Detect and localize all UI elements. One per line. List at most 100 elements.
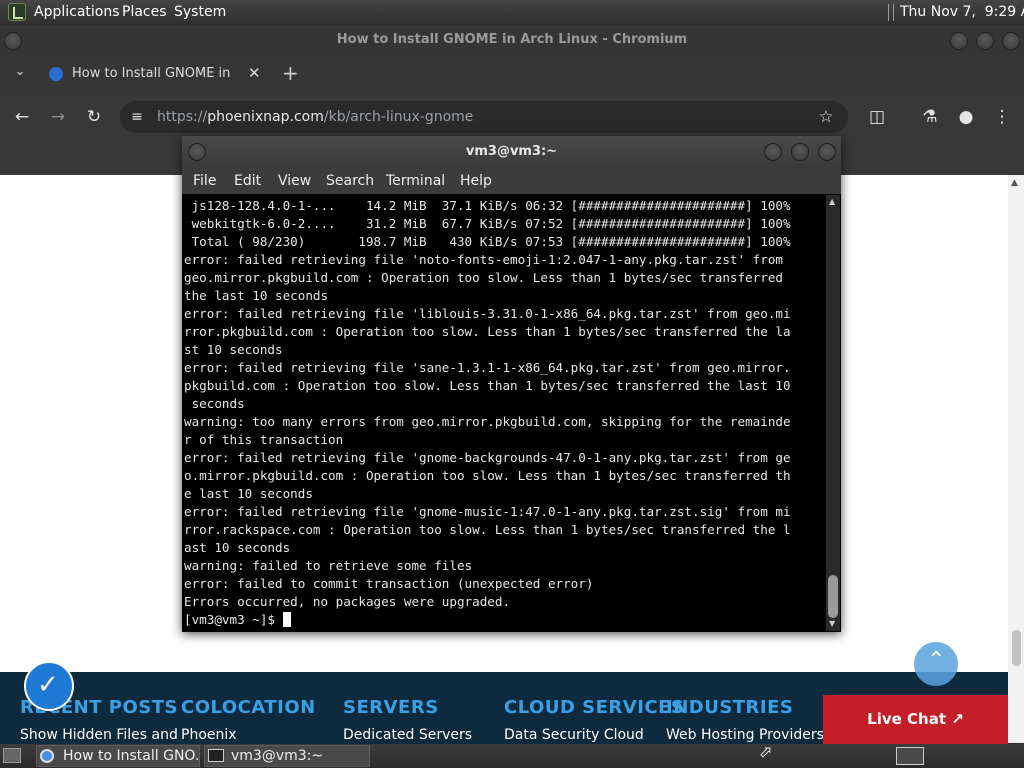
terminal-menubar: File Edit View Search Terminal Help	[182, 168, 841, 194]
bookmark-star-icon[interactable]: ☆	[815, 107, 837, 127]
terminal-line: js128-128.4.0-1-... 14.2 MiB 37.1 KiB/s …	[184, 198, 791, 213]
footer-heading-industries: INDUSTRIES	[666, 697, 794, 718]
taskbar-item-label: How to Install GNO...	[63, 748, 200, 764]
terminal-cursor	[282, 612, 291, 627]
terminal-window-menu-button[interactable]	[188, 143, 206, 161]
tab-search-chevron-icon[interactable]: ⌄	[10, 64, 30, 79]
terminal-line: webkitgtk-6.0-2.... 31.2 MiB 67.7 KiB/s …	[184, 216, 791, 231]
terminal-close-button[interactable]	[818, 143, 836, 161]
terminal-scrollbar[interactable]	[826, 195, 840, 631]
favicon-icon	[49, 67, 63, 81]
footer-link-web-hosting-providers[interactable]: Web Hosting Providers	[666, 727, 824, 743]
terminal-prompt: [vm3@vm3 ~]$	[184, 612, 283, 627]
panel-clock[interactable]: Thu Nov 7, 9:29 AM	[900, 4, 1024, 20]
tab-close-icon[interactable]: ✕	[248, 64, 261, 82]
terminal-minimize-button[interactable]	[764, 143, 782, 161]
menu-places[interactable]: Places	[122, 4, 167, 20]
browser-titlebar: How to Install GNOME in Arch Linux - Chr…	[0, 25, 1024, 55]
footer-link-dedicated-servers[interactable]: Dedicated Servers	[343, 727, 472, 743]
window-menu-button[interactable]	[4, 32, 22, 50]
terminal-menu-search[interactable]: Search	[326, 173, 374, 189]
terminal-title: vm3@vm3:~	[465, 144, 558, 159]
forward-icon[interactable]: →	[47, 107, 69, 127]
terminal-titlebar[interactable]: vm3@vm3:~	[182, 136, 841, 168]
reload-icon[interactable]: ↻	[83, 107, 105, 127]
panel-separator	[888, 4, 894, 21]
terminal-output[interactable]: js128-128.4.0-1-... 14.2 MiB 37.1 KiB/s …	[184, 197, 826, 629]
terminal-menu-view[interactable]: View	[278, 173, 311, 189]
footer-link-show-hidden-files[interactable]: Show Hidden Files and	[20, 727, 178, 743]
back-icon[interactable]: ←	[11, 107, 33, 127]
footer-link-phoenix[interactable]: Phoenix	[181, 727, 237, 743]
tab-title: How to Install GNOME in Arc	[72, 66, 232, 81]
tab-active[interactable]: How to Install GNOME in Arc ✕	[36, 62, 272, 95]
terminal-line: rror.pkgbuild.com : Operation too slow. …	[184, 324, 791, 339]
terminal-line: pkgbuild.com : Operation too slow. Less …	[184, 378, 791, 393]
terminal-menu-file[interactable]: File	[193, 173, 216, 189]
terminal-line: error: failed retrieving file 'gnome-mus…	[184, 504, 791, 519]
footer-link-data-security-cloud[interactable]: Data Security Cloud	[504, 727, 644, 743]
page-scrollbar-thumb[interactable]	[1012, 630, 1021, 666]
footer-heading-servers: SERVERS	[343, 697, 439, 718]
terminal-line: Errors occurred, no packages were upgrad…	[184, 594, 511, 609]
labs-flask-icon[interactable]: ⚗	[919, 107, 941, 127]
chat-widget-icon[interactable]: ✓	[24, 661, 74, 711]
extensions-icon[interactable]: ◫	[866, 107, 888, 127]
terminal-line: the last 10 seconds	[184, 288, 329, 303]
applications-logo-icon[interactable]	[8, 3, 26, 21]
terminal-line: warning: too many errors from geo.mirror…	[184, 414, 791, 429]
url-path: /kb/arch-linux-gnome	[323, 109, 474, 125]
taskbar-item-label: vm3@vm3:~	[231, 748, 324, 764]
menu-applications[interactable]: Applications	[34, 4, 120, 20]
footer-heading-colocation: COLOCATION	[181, 697, 316, 718]
terminal-maximize-button[interactable]	[791, 143, 809, 161]
taskbar-item-chromium[interactable]: How to Install GNO...	[36, 745, 200, 767]
terminal-scroll-up-icon[interactable]: ▲	[829, 197, 835, 206]
page-scroll-up-icon[interactable]: ▲	[1011, 178, 1018, 188]
terminal-line: error: failed retrieving file 'noto-font…	[184, 252, 783, 267]
browser-menu-icon[interactable]: ⋮	[991, 107, 1013, 127]
live-chat-label: Live Chat ↗	[867, 710, 964, 728]
workspace-switcher[interactable]	[896, 747, 924, 765]
scroll-to-top-button[interactable]: ⌃	[914, 642, 958, 686]
terminal-icon	[208, 749, 224, 762]
terminal-line: geo.mirror.pkgbuild.com : Operation too …	[184, 270, 783, 285]
browser-window-title: How to Install GNOME in Arch Linux - Chr…	[336, 32, 688, 47]
terminal-scrollbar-thumb[interactable]	[828, 575, 838, 618]
taskbar-item-terminal[interactable]: vm3@vm3:~	[204, 745, 370, 767]
checkmark-icon: ✓	[37, 670, 59, 700]
terminal-line: e last 10 seconds	[184, 486, 313, 501]
terminal-scroll-down-icon[interactable]: ▼	[829, 619, 835, 628]
terminal-line: seconds	[184, 396, 245, 411]
terminal-prompt-line[interactable]: [vm3@vm3 ~]$	[184, 611, 826, 629]
show-desktop-icon[interactable]	[3, 748, 21, 763]
profile-icon[interactable]: ●	[955, 107, 977, 127]
minimize-button[interactable]	[950, 32, 968, 50]
close-window-button[interactable]	[1002, 32, 1020, 50]
terminal-line: rror.rackspace.com : Operation too slow.…	[184, 522, 791, 537]
terminal-line: r of this transaction	[184, 432, 344, 447]
terminal-line: Total ( 98/230) 198.7 MiB 430 KiB/s 07:5…	[184, 234, 791, 249]
live-chat-button[interactable]: Live Chat ↗	[823, 695, 1008, 744]
menu-system[interactable]: System	[174, 4, 226, 20]
terminal-line: ast 10 seconds	[184, 540, 291, 555]
terminal-line: error: failed retrieving file 'gnome-bac…	[184, 450, 791, 465]
url-domain: phoenixnap.com	[207, 109, 324, 125]
site-info-icon[interactable]: ≡	[126, 107, 148, 127]
footer-heading-cloud-services: CLOUD SERVICES	[504, 697, 685, 718]
new-tab-icon[interactable]: +	[282, 63, 299, 83]
url-text[interactable]: https://phoenixnap.com/kb/arch-linux-gno…	[157, 109, 473, 125]
url-prefix: https://	[157, 109, 208, 125]
terminal-menu-help[interactable]: Help	[460, 173, 492, 189]
chromium-icon	[40, 749, 54, 763]
terminal-menu-terminal[interactable]: Terminal	[386, 173, 445, 189]
terminal-line: st 10 seconds	[184, 342, 283, 357]
terminal-line: error: failed retrieving file 'sane-1.3.…	[184, 360, 791, 375]
terminal-menu-edit[interactable]: Edit	[234, 173, 261, 189]
maximize-button[interactable]	[976, 32, 994, 50]
chevron-up-icon: ⌃	[927, 648, 946, 673]
terminal-line: warning: failed to retrieve some files	[184, 558, 473, 573]
terminal-line: o.mirror.pkgbuild.com : Operation too sl…	[184, 468, 791, 483]
terminal-line: error: failed retrieving file 'liblouis-…	[184, 306, 791, 321]
mouse-pointer-icon: ⬀	[759, 742, 773, 761]
